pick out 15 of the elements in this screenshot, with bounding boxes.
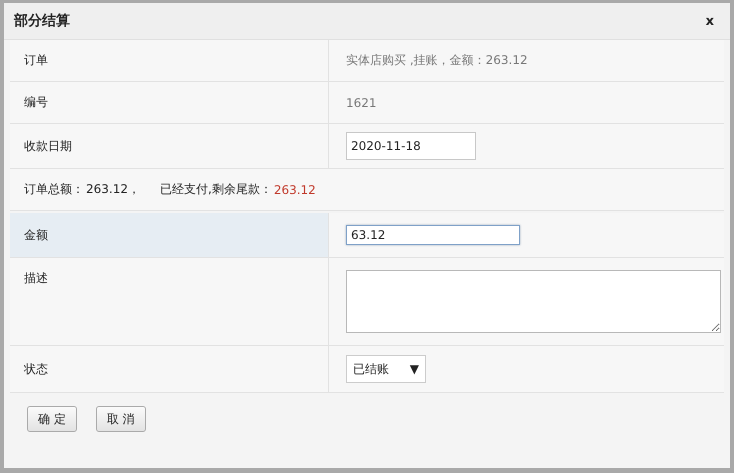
field-value: 实体店购买 ,挂账，金额：263.12 <box>346 52 528 69</box>
summary-text: 263.12， <box>86 181 140 198</box>
cancel-button[interactable]: 取 消 <box>96 406 146 432</box>
input-field[interactable]: 2020-11-18 <box>346 132 476 160</box>
field-value: 1621 <box>346 96 377 110</box>
confirm-button[interactable]: 确 定 <box>27 406 77 432</box>
input-field[interactable]: 63.12 <box>346 225 520 245</box>
description-field[interactable] <box>346 270 721 333</box>
summary-text: 263.12 <box>274 182 316 196</box>
dialog-title: 部分结算 <box>14 12 70 30</box>
field-label: 金额 <box>10 213 329 257</box>
close-button[interactable]: x <box>704 14 716 28</box>
summary-text: 订单总额： <box>24 181 84 198</box>
summary-text: 已经支付,剩余尾款： <box>160 181 272 198</box>
status-dropdown[interactable]: 已结账 ▼ <box>346 355 426 383</box>
